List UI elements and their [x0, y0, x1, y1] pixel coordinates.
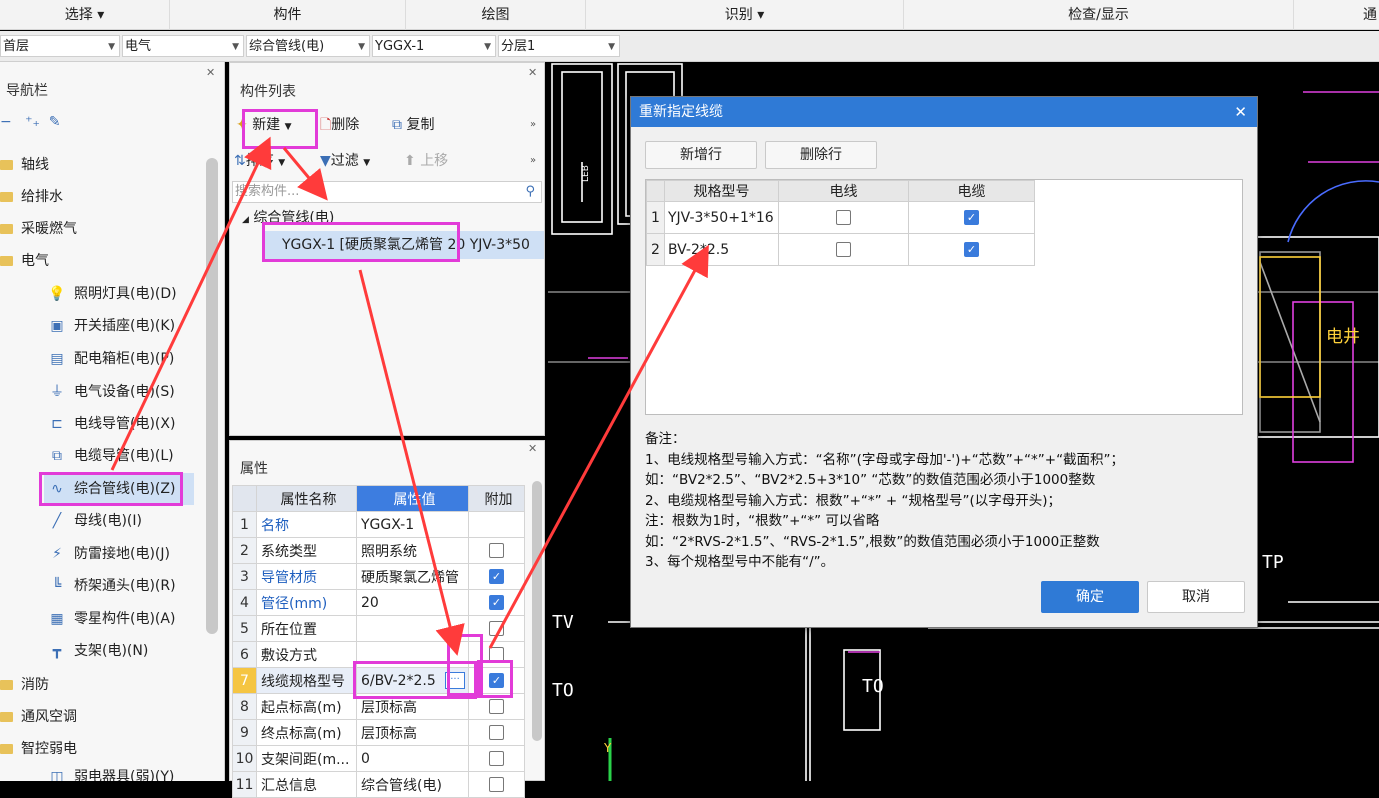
arrow-field-to-dialog: [488, 244, 709, 649]
arrow-nav-to-new: [110, 136, 272, 471]
annotation-arrows: [110, 136, 709, 656]
arrow-new-to-item: [282, 147, 328, 201]
arrow-item-to-field: [358, 269, 465, 656]
